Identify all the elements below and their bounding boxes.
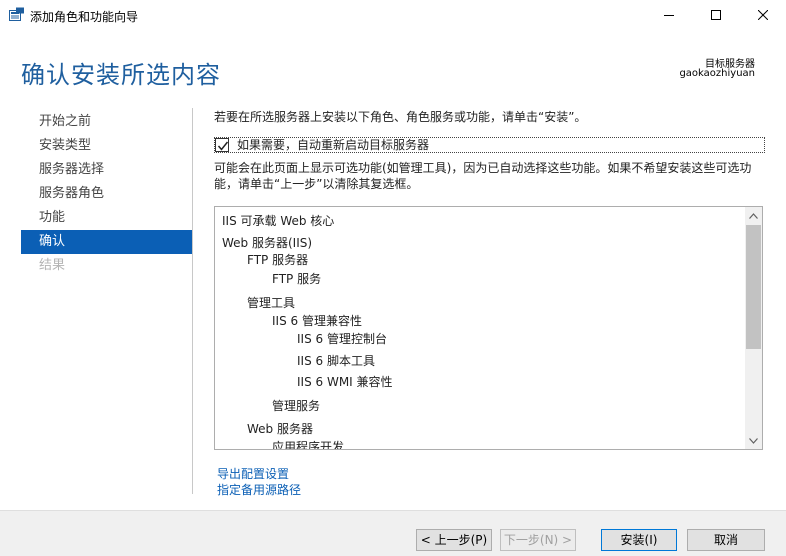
install-button[interactable]: 安装(I) — [601, 529, 677, 551]
chevron-down-icon — [749, 437, 758, 444]
list-item: IIS 6 WMI 兼容性 — [297, 375, 393, 389]
scroll-down-button[interactable] — [745, 432, 762, 449]
optional-features-note: 可能会在此页面上显示可选功能(如管理工具)，因为已自动选择这些功能。如果不希望安… — [214, 161, 752, 191]
nav-item-installation-type[interactable]: 安装类型 — [21, 134, 192, 158]
list-item: FTP 服务 — [272, 272, 322, 286]
restart-option[interactable]: 如果需要，自动重新启动目标服务器 — [214, 137, 765, 153]
list-item: IIS 可承载 Web 核心 — [222, 214, 335, 228]
checkmark-icon — [217, 141, 229, 151]
nav-item-server-selection[interactable]: 服务器选择 — [21, 158, 192, 182]
list-item: IIS 6 管理控制台 — [297, 332, 387, 346]
nav-item-results: 结果 — [39, 258, 66, 273]
install-instruction: 若要在所选服务器上安装以下角色、角色服务或功能，请单击“安装”。 — [214, 110, 587, 124]
page-title: 确认安装所选内容 — [21, 61, 221, 89]
list-item: 应用程序开发 — [272, 440, 345, 449]
list-item: 管理工具 — [247, 296, 296, 310]
chevron-up-icon — [749, 212, 758, 219]
nav-item-confirmation[interactable]: 确认 — [21, 230, 192, 254]
cancel-button[interactable]: 取消 — [687, 529, 765, 551]
minimize-icon — [664, 15, 674, 16]
minimize-button[interactable] — [646, 0, 692, 30]
selected-features-list[interactable]: IIS 可承载 Web 核心 Web 服务器(IIS) FTP 服务器 FTP … — [214, 206, 763, 450]
server-manager-icon — [9, 7, 25, 22]
nav-item-server-roles[interactable]: 服务器角色 — [21, 182, 192, 206]
list-item: Web 服务器(IIS) — [222, 236, 313, 250]
export-config-link[interactable]: 导出配置设置 — [217, 465, 289, 482]
nav-item-before-you-begin[interactable]: 开始之前 — [21, 110, 192, 134]
maximize-button[interactable] — [693, 0, 739, 30]
close-icon — [758, 10, 768, 20]
wizard-footer: < 上一步(P) 下一步(N) > 安装(I) 取消 — [0, 510, 786, 556]
features-list-viewport: IIS 可承载 Web 核心 Web 服务器(IIS) FTP 服务器 FTP … — [215, 207, 745, 449]
nav-item-features[interactable]: 功能 — [21, 206, 192, 230]
list-item: 管理服务 — [272, 399, 321, 413]
wizard-nav: 开始之前 安装类型 服务器选择 服务器角色 功能 确认 结果 — [21, 110, 192, 278]
list-item: IIS 6 脚本工具 — [297, 354, 375, 368]
list-item: Web 服务器 — [247, 422, 313, 436]
close-button[interactable] — [740, 0, 786, 30]
restart-checkbox-label[interactable]: 如果需要，自动重新启动目标服务器 — [237, 138, 429, 152]
scroll-up-button[interactable] — [745, 207, 762, 224]
window-title: 添加角色和功能向导 — [30, 10, 139, 24]
next-button: 下一步(N) > — [500, 529, 576, 551]
features-scrollbar[interactable] — [745, 207, 762, 449]
nav-divider — [192, 108, 193, 494]
title-bar: 添加角色和功能向导 — [0, 0, 786, 30]
alternate-source-link[interactable]: 指定备用源路径 — [217, 481, 301, 498]
maximize-icon — [711, 10, 721, 20]
restart-checkbox[interactable] — [215, 138, 229, 152]
previous-button[interactable]: < 上一步(P) — [416, 529, 492, 551]
target-server-name: gaokaozhiyuan — [679, 68, 755, 79]
scroll-thumb[interactable] — [746, 225, 761, 349]
list-item: FTP 服务器 — [247, 253, 309, 267]
list-item: IIS 6 管理兼容性 — [272, 314, 362, 328]
